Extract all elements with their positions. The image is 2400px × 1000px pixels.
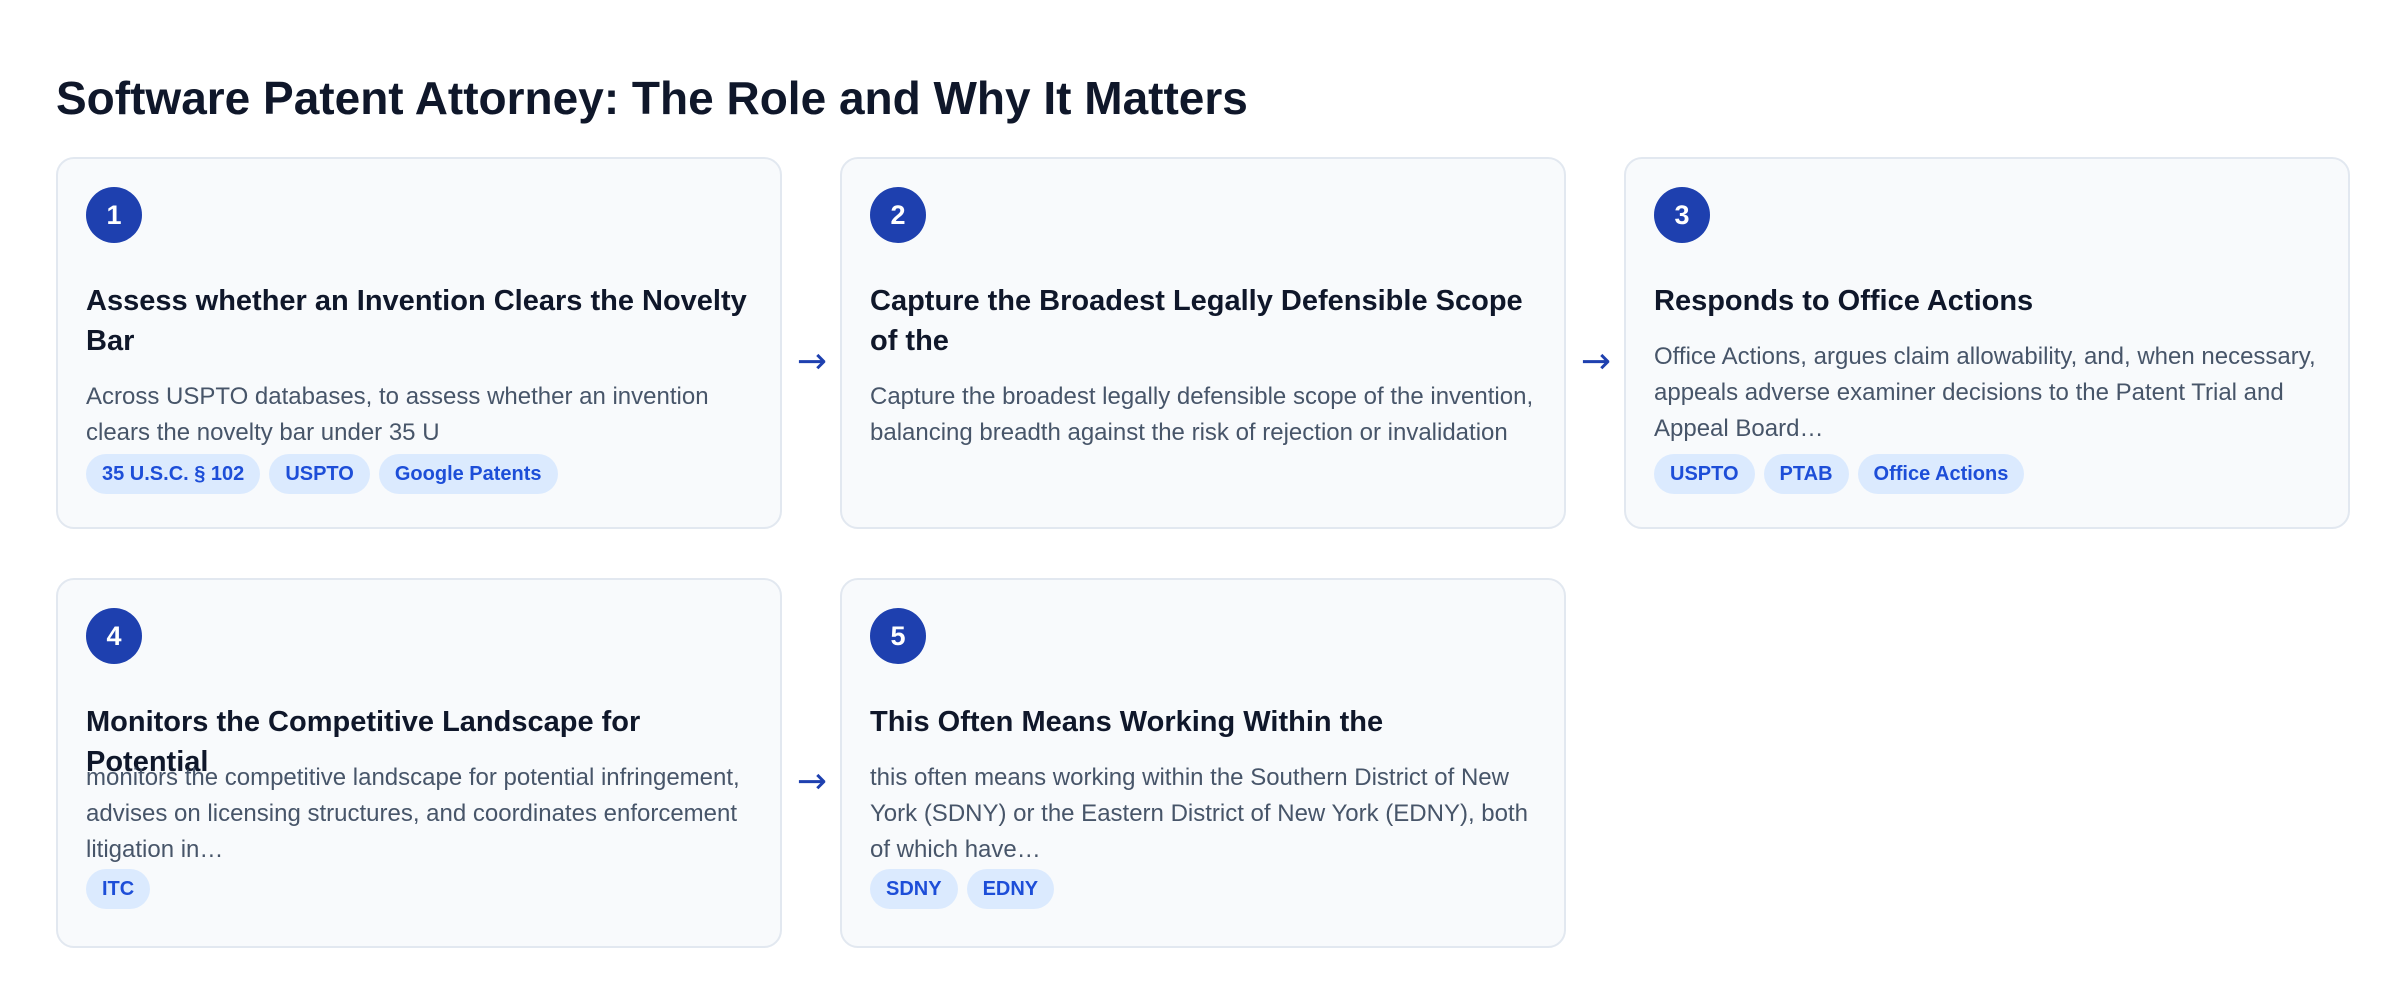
step-card-4: 4 Monitors the Competitive Landscape for… — [56, 578, 782, 948]
step-title: Assess whether an Invention Clears the N… — [86, 285, 747, 357]
step-number-badge: 1 — [86, 187, 142, 243]
tag-chip: ITC — [86, 869, 151, 909]
tag-list: USPTO PTAB Office Actions — [1654, 454, 2025, 494]
page: Software Patent Attorney: The Role and W… — [0, 0, 2400, 1000]
step-title: Capture the Broadest Legally Defensible … — [870, 285, 1523, 357]
step-card-3: 3 Responds to Office Actions Office Acti… — [1624, 157, 2350, 529]
step-number-badge: 3 — [1654, 187, 1710, 243]
tag-list: 35 U.S.C. § 102 USPTO Google Patents — [86, 454, 558, 494]
tag-chip: EDNY — [966, 869, 1055, 909]
step-description: Capture the broadest legally defensible … — [870, 383, 1534, 446]
step-title: This Often Means Working Within the — [870, 706, 1384, 738]
step-card-5: 5 This Often Means Working Within the th… — [840, 578, 1566, 948]
arrow-right-icon: → — [1580, 341, 1612, 382]
page-title: Software Patent Attorney: The Role and W… — [56, 72, 1248, 124]
step-number-badge: 2 — [870, 187, 926, 243]
arrow-right-icon: → — [796, 341, 828, 382]
tag-chip: Google Patents — [378, 454, 558, 494]
tag-chip: PTAB — [1763, 454, 1849, 494]
arrow-right-icon: → — [796, 761, 828, 802]
step-title: Responds to Office Actions — [1654, 285, 2034, 317]
step-description: Across USPTO databases, to assess whethe… — [86, 383, 709, 446]
tag-list: SDNY EDNY — [870, 869, 1055, 909]
step-description: monitors the competitive landscape for p… — [86, 764, 740, 863]
step-number-badge: 5 — [870, 608, 926, 664]
step-card-1: 1 Assess whether an Invention Clears the… — [56, 157, 782, 529]
tag-chip: SDNY — [870, 869, 958, 909]
tag-chip: USPTO — [269, 454, 370, 494]
tag-list: ITC — [86, 869, 151, 909]
step-description: Office Actions, argues claim allowabilit… — [1654, 343, 2316, 442]
tag-chip: 35 U.S.C. § 102 — [86, 454, 261, 494]
step-description: this often means working within the Sout… — [870, 764, 1529, 863]
step-number-badge: 4 — [86, 608, 142, 664]
tag-chip: USPTO — [1654, 454, 1755, 494]
step-card-2: 2 Capture the Broadest Legally Defensibl… — [840, 157, 1566, 529]
tag-chip: Office Actions — [1857, 454, 2025, 494]
